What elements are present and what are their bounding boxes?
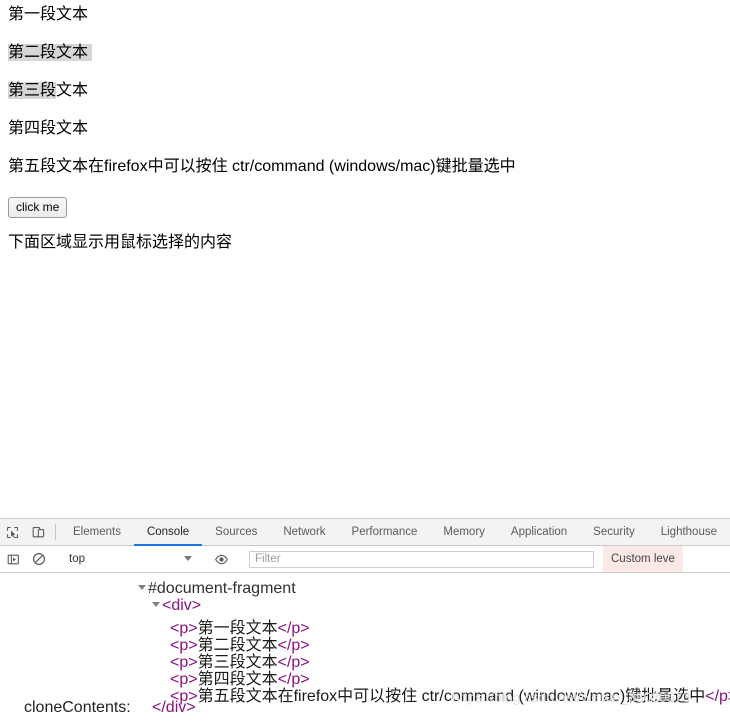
tab-security[interactable]: Security <box>580 519 648 546</box>
chevron-down-icon <box>184 556 192 561</box>
paragraph-4[interactable]: 第四段文本 <box>0 121 96 137</box>
paragraph-3-text-unselected: 文本 <box>56 82 89 99</box>
selection-output-hint: 下面区域显示用鼠标选择的内容 <box>0 235 240 251</box>
disclosure-triangle-expanded-icon[interactable] <box>138 585 146 591</box>
tab-console[interactable]: Console <box>133 519 203 546</box>
p-close-tag: </p> <box>705 688 730 705</box>
inspect-element-icon[interactable] <box>0 519 26 545</box>
toolbar-divider <box>55 524 57 540</box>
paragraph-3[interactable]: 第三段文本 <box>0 82 96 99</box>
tab-elements[interactable]: Elements <box>60 519 134 546</box>
execution-context-select[interactable]: top <box>61 550 199 568</box>
paragraph-3-text-selected: 第三段 <box>8 82 57 99</box>
paragraph-5[interactable]: 第五段文本在firefox中可以按住 ctr/command (windows/… <box>0 159 524 175</box>
paragraph-2[interactable]: 第二段文本 <box>0 44 100 61</box>
paragraph-1[interactable]: 第一段文本 <box>0 7 96 23</box>
div-close-tag: </div> <box>152 699 196 716</box>
paragraph-5-text: 第五段文本在firefox中可以按住 ctr/command (windows/… <box>8 158 516 175</box>
console-tree-row-document-fragment[interactable]: #document-fragment <box>138 580 296 598</box>
tab-network[interactable]: Network <box>270 519 338 546</box>
tab-lighthouse[interactable]: Lighthouse <box>648 519 730 546</box>
live-expression-icon[interactable] <box>208 553 234 566</box>
execution-context-value: top <box>69 553 85 565</box>
clear-console-icon[interactable] <box>26 552 52 566</box>
tab-performance[interactable]: Performance <box>339 519 431 546</box>
web-page-content: 第一段文本 第二段文本 第三段文本 第四段文本 第五段文本在firefox中可以… <box>0 0 730 518</box>
paragraph-4-text: 第四段文本 <box>8 120 89 137</box>
console-tree-row-div-close[interactable]: </div> <box>152 699 196 717</box>
click-me-button[interactable]: click me <box>8 197 68 218</box>
p-text-content: 第五段文本在firefox中可以按住 ctr/command (windows/… <box>197 688 706 705</box>
selection-output-hint-text: 下面区域显示用鼠标选择的内容 <box>8 234 233 251</box>
console-tree-row-div-open[interactable]: <div> <box>152 597 201 615</box>
document-fragment-label: #document-fragment <box>148 580 296 597</box>
tab-sources[interactable]: Sources <box>202 519 270 546</box>
devtools-tab-bar: Elements Console Sources Network Perform… <box>0 519 730 546</box>
tab-application[interactable]: Application <box>498 519 580 546</box>
console-toolbar: top Custom leve <box>0 546 730 573</box>
toggle-device-toolbar-icon[interactable] <box>26 519 52 545</box>
disclosure-triangle-expanded-icon[interactable] <box>152 602 160 608</box>
div-open-tag: <div> <box>162 597 202 614</box>
tab-memory[interactable]: Memory <box>430 519 498 546</box>
paragraph-2-selection-tail <box>88 44 93 61</box>
paragraph-1-text: 第一段文本 <box>8 6 89 23</box>
console-sidebar-icon[interactable] <box>0 553 26 566</box>
log-level-selector[interactable]: Custom leve <box>603 546 683 572</box>
console-tree-row-p5[interactable]: <p>第五段文本在firefox中可以按住 ctr/command (windo… <box>170 682 730 706</box>
console-filter-input[interactable] <box>249 550 594 568</box>
console-log-label-clone-contents: cloneContents: <box>24 699 131 717</box>
paragraph-2-text-selected: 第二段文本 <box>8 44 89 61</box>
clone-contents-label: cloneContents: <box>24 699 131 716</box>
